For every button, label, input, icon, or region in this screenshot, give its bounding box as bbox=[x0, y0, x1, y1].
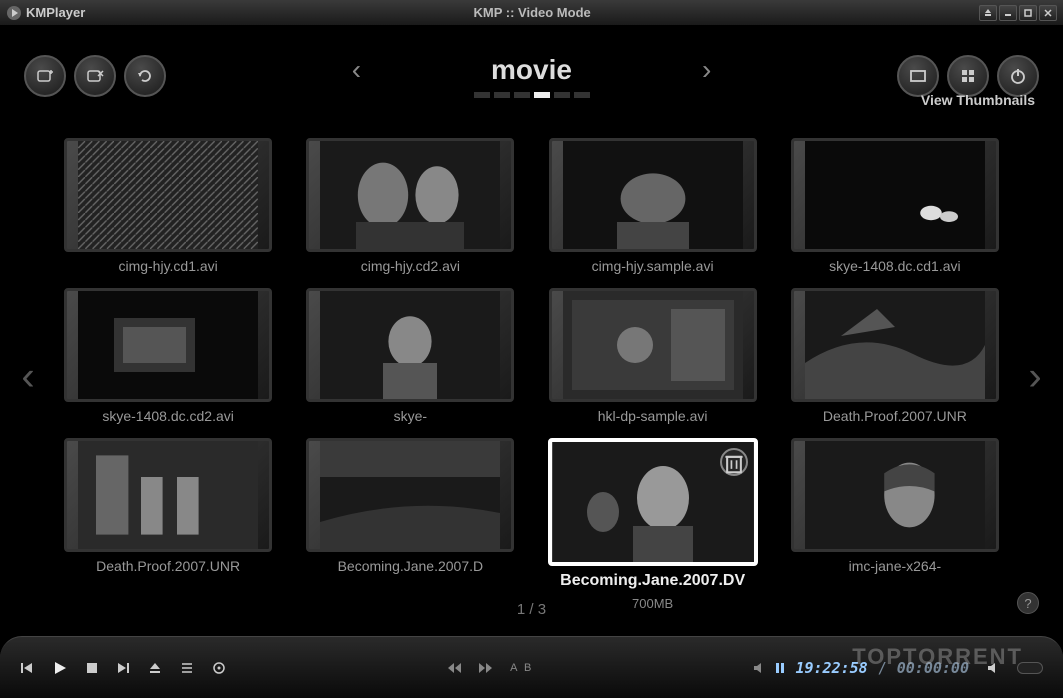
add-folder-button[interactable] bbox=[24, 55, 66, 97]
thumbnail-image bbox=[791, 438, 999, 552]
ab-repeat-button[interactable]: A B bbox=[510, 662, 533, 674]
thumbnail-label: cimg-hjy.cd1.avi bbox=[118, 258, 217, 274]
fullscreen-button[interactable] bbox=[897, 55, 939, 97]
window-buttons bbox=[979, 5, 1057, 21]
thumbnail-item[interactable]: imc-jane-x264- bbox=[787, 438, 1003, 611]
gallery-next-arrow[interactable]: › bbox=[1015, 355, 1055, 400]
eject-button[interactable] bbox=[148, 661, 162, 675]
thumbnail-label: skye-1408.dc.cd2.avi bbox=[102, 408, 234, 424]
thumbnail-label: Becoming.Jane.2007.DV bbox=[560, 572, 745, 590]
thumbnail-item[interactable]: skye- bbox=[302, 288, 518, 424]
page-dot[interactable] bbox=[494, 92, 510, 98]
rewind-button[interactable] bbox=[446, 662, 462, 674]
folder-next-arrow[interactable]: › bbox=[602, 54, 811, 86]
thumbnail-label: skye-1408.dc.cd1.avi bbox=[829, 258, 961, 274]
gallery: ‹ › cimg-hjy.cd1.avi cimg-hjy.cd2.avi cimg… bbox=[0, 128, 1063, 626]
thumbnail-image bbox=[548, 438, 758, 566]
thumbnail-label: Death.Proof.2007.UNR bbox=[96, 558, 240, 574]
thumbnail-label: Becoming.Jane.2007.D bbox=[338, 558, 484, 574]
view-mode-label: View Thumbnails bbox=[921, 92, 1035, 108]
thumbnail-item[interactable]: Death.Proof.2007.UNR bbox=[787, 288, 1003, 424]
power-button[interactable] bbox=[997, 55, 1039, 97]
thumbnail-item[interactable]: Death.Proof.2007.UNR bbox=[60, 438, 276, 611]
thumbnail-item[interactable]: cimg-hjy.sample.avi bbox=[545, 138, 761, 274]
play-button[interactable] bbox=[52, 660, 68, 676]
page-dot[interactable] bbox=[554, 92, 570, 98]
thumbnail-image bbox=[791, 138, 999, 252]
page-indicator: 1 / 3 bbox=[517, 601, 546, 618]
maximize-button[interactable] bbox=[1019, 5, 1037, 21]
next-track-button[interactable] bbox=[116, 661, 130, 675]
app-icon bbox=[6, 5, 22, 21]
thumbnail-item[interactable]: cimg-hjy.cd1.avi bbox=[60, 138, 276, 274]
volume-slider[interactable] bbox=[1017, 662, 1043, 674]
thumbnail-image bbox=[306, 438, 514, 552]
thumbnail-image bbox=[64, 138, 272, 252]
thumbnail-label: hkl-dp-sample.avi bbox=[598, 408, 708, 424]
tray-button[interactable] bbox=[979, 5, 997, 21]
refresh-button[interactable] bbox=[124, 55, 166, 97]
help-button[interactable]: ? bbox=[1017, 592, 1039, 614]
thumbnail-label: skye- bbox=[394, 408, 427, 424]
thumbnail-image bbox=[64, 438, 272, 552]
page-dots bbox=[474, 92, 590, 98]
player-bar: A B 19:22:58/00:00:00 bbox=[0, 636, 1063, 698]
thumbnail-item[interactable]: hkl-dp-sample.avi bbox=[545, 288, 761, 424]
thumbnail-image bbox=[64, 288, 272, 402]
thumbnail-item[interactable]: skye-1408.dc.cd1.avi bbox=[787, 138, 1003, 274]
time-total: 00:00:00 bbox=[897, 659, 969, 677]
app-name: KMPlayer bbox=[26, 5, 85, 20]
thumbnail-item[interactable]: skye-1408.dc.cd2.avi bbox=[60, 288, 276, 424]
fastforward-button[interactable] bbox=[478, 662, 494, 674]
thumbnail-size: 700MB bbox=[632, 596, 673, 611]
window-title: KMP :: Video Mode bbox=[85, 5, 979, 20]
page-dot[interactable] bbox=[574, 92, 590, 98]
toolbar: ‹ movie › bbox=[0, 26, 1063, 116]
thumbnail-label: Death.Proof.2007.UNR bbox=[823, 408, 967, 424]
page-dot[interactable] bbox=[534, 92, 550, 98]
thumbnail-item[interactable]: Becoming.Jane.2007.DV 700MB bbox=[545, 438, 761, 611]
volume-icon[interactable] bbox=[987, 661, 1001, 675]
page-dot[interactable] bbox=[474, 92, 490, 98]
minimize-button[interactable] bbox=[999, 5, 1017, 21]
playlist-button[interactable] bbox=[180, 661, 194, 675]
thumbnail-image bbox=[306, 288, 514, 402]
prev-track-button[interactable] bbox=[20, 661, 34, 675]
thumbnail-item[interactable]: Becoming.Jane.2007.D bbox=[302, 438, 518, 611]
gallery-prev-arrow[interactable]: ‹ bbox=[8, 355, 48, 400]
remove-folder-button[interactable] bbox=[74, 55, 116, 97]
titlebar: KMPlayer KMP :: Video Mode bbox=[0, 0, 1063, 26]
thumbnail-item[interactable]: cimg-hjy.cd2.avi bbox=[302, 138, 518, 274]
pause-indicator-icon bbox=[775, 662, 785, 674]
page-dot[interactable] bbox=[514, 92, 530, 98]
thumbnail-label: imc-jane-x264- bbox=[849, 558, 942, 574]
grid-view-button[interactable] bbox=[947, 55, 989, 97]
time-elapsed: 19:22:58 bbox=[795, 659, 867, 677]
delete-icon[interactable] bbox=[720, 448, 748, 476]
stop-button[interactable] bbox=[86, 662, 98, 674]
settings-button[interactable] bbox=[212, 661, 226, 675]
thumbnail-label: cimg-hjy.cd2.avi bbox=[361, 258, 460, 274]
thumbnail-label: cimg-hjy.sample.avi bbox=[592, 258, 714, 274]
speaker-icon-small[interactable] bbox=[753, 662, 765, 674]
folder-title: movie bbox=[491, 54, 572, 86]
thumbnail-image bbox=[549, 288, 757, 402]
close-button[interactable] bbox=[1039, 5, 1057, 21]
thumbnail-image bbox=[791, 288, 999, 402]
folder-prev-arrow[interactable]: ‹ bbox=[252, 54, 461, 86]
thumbnail-image bbox=[306, 138, 514, 252]
thumbnail-image bbox=[549, 138, 757, 252]
